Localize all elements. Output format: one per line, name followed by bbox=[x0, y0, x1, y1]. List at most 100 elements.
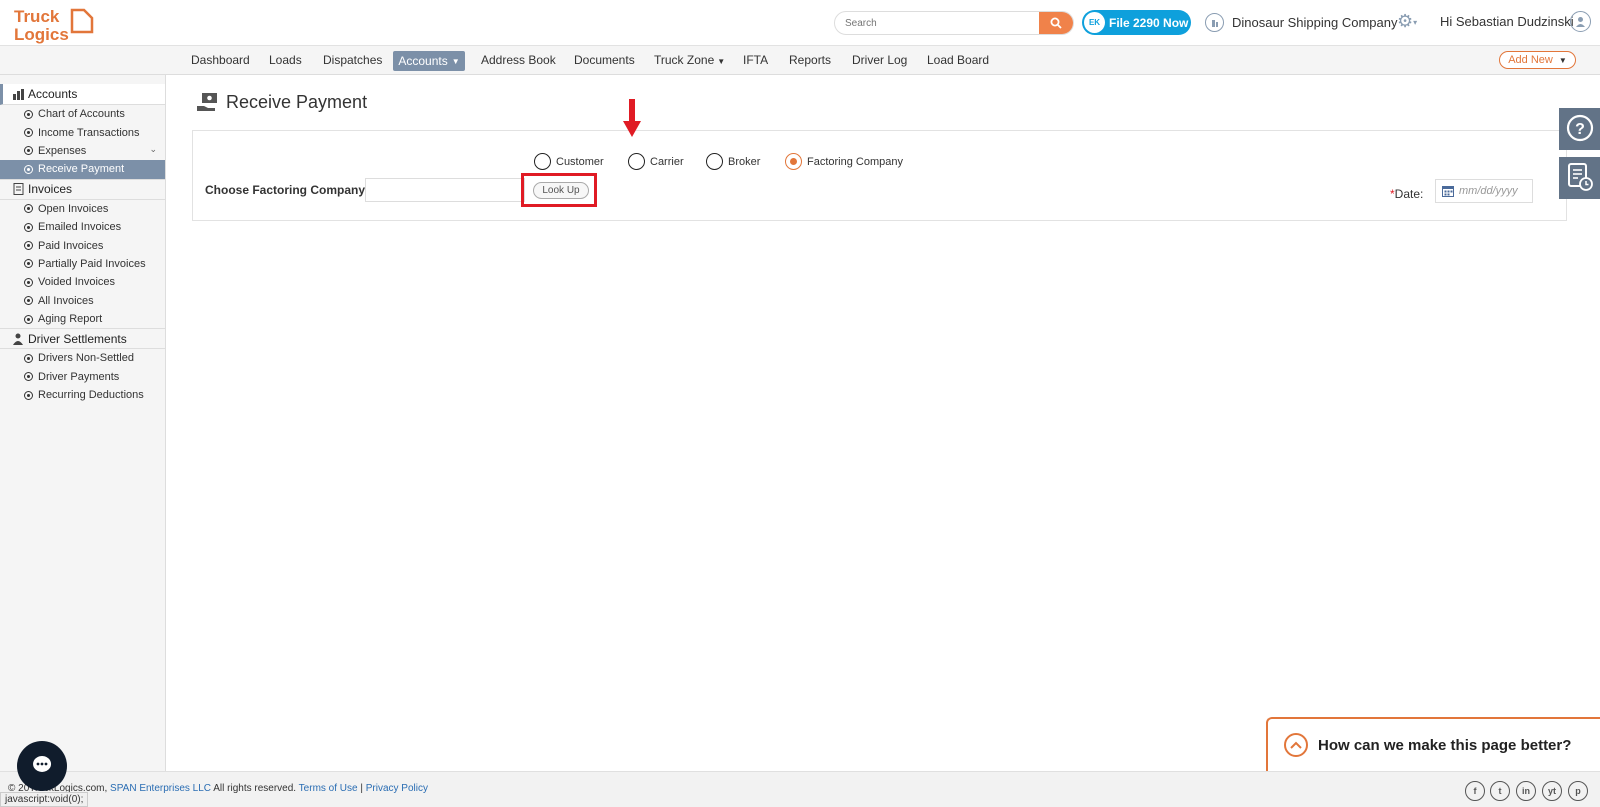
help-icon: ? bbox=[1566, 114, 1594, 145]
caret-down-icon: ▼ bbox=[717, 57, 726, 66]
nav-dispatches[interactable]: Dispatches bbox=[323, 53, 382, 67]
sidebar-item-open-invoices[interactable]: Open Invoices bbox=[0, 200, 165, 218]
sidebar-section-label: Accounts bbox=[28, 87, 78, 101]
facebook-icon[interactable]: f bbox=[1465, 781, 1485, 801]
linkedin-icon[interactable]: in bbox=[1516, 781, 1536, 801]
caret-down-icon: ▾ bbox=[1413, 17, 1418, 27]
file-2290-button[interactable]: EK File 2290 Now bbox=[1082, 10, 1191, 35]
nav-documents[interactable]: Documents bbox=[574, 53, 635, 67]
sidebar-item-receive-payment[interactable]: Receive Payment bbox=[0, 160, 165, 179]
logo-text-top: Truck bbox=[14, 7, 60, 26]
page-title-text: Receive Payment bbox=[226, 91, 368, 112]
settings-menu[interactable]: ⚙▾ bbox=[1397, 11, 1417, 32]
sidebar-item-expenses[interactable]: Expenses ⌄ bbox=[0, 142, 165, 160]
sidebar-item-label: Partially Paid Invoices bbox=[38, 257, 146, 270]
company-name: Dinosaur Shipping Company bbox=[1232, 15, 1398, 30]
caret-down-icon: ▼ bbox=[451, 56, 460, 66]
sidebar-item-recurring-deductions[interactable]: Recurring Deductions bbox=[0, 386, 165, 404]
sidebar-item-all-invoices[interactable]: All Invoices bbox=[0, 292, 165, 310]
bullet-icon bbox=[24, 128, 33, 138]
nav-accounts[interactable]: Accounts ▼ bbox=[393, 51, 465, 71]
sidebar-item-partially-paid-invoices[interactable]: Partially Paid Invoices bbox=[0, 255, 165, 273]
choose-factoring-company-label: Choose Factoring Company: bbox=[205, 183, 370, 197]
history-tab[interactable] bbox=[1559, 157, 1600, 199]
sidebar-section-driver-settlements[interactable]: Driver Settlements bbox=[0, 328, 165, 350]
logo-text-bottom: Logics bbox=[14, 25, 69, 44]
nav-driver-log[interactable]: Driver Log bbox=[852, 53, 907, 67]
sidebar-item-label: Open Invoices bbox=[38, 202, 109, 215]
radio-button-selected-icon bbox=[785, 153, 802, 170]
file-2290-label: File 2290 Now bbox=[1109, 15, 1189, 30]
sidebar-item-label: Income Transactions bbox=[38, 126, 140, 139]
svg-text:?: ? bbox=[1575, 121, 1585, 138]
sidebar-item-driver-payments[interactable]: Driver Payments bbox=[0, 368, 165, 386]
browser-status-url: javascript:void(0); bbox=[0, 792, 89, 807]
nav-reports[interactable]: Reports bbox=[789, 53, 831, 67]
bullet-icon bbox=[24, 109, 33, 119]
trucklogics-logo[interactable]: Truck Logics bbox=[12, 4, 96, 44]
chat-widget-button[interactable] bbox=[17, 741, 67, 791]
span-enterprises-link[interactable]: SPAN Enterprises LLC bbox=[110, 783, 211, 794]
search-button[interactable] bbox=[1039, 12, 1073, 34]
sidebar-item-paid-invoices[interactable]: Paid Invoices bbox=[0, 236, 165, 254]
terms-of-use-link[interactable]: Terms of Use bbox=[299, 783, 358, 794]
radio-customer[interactable]: Customer bbox=[534, 153, 604, 170]
user-profile-icon[interactable] bbox=[1570, 11, 1591, 32]
add-new-label: Add New bbox=[1508, 54, 1553, 66]
page-title: Receive Payment bbox=[196, 90, 367, 114]
add-new-button[interactable]: Add New ▼ bbox=[1499, 51, 1576, 69]
feedback-widget[interactable]: How can we make this page better? bbox=[1266, 717, 1600, 771]
expresstrucktax-badge-icon: EK bbox=[1084, 12, 1105, 33]
bullet-icon bbox=[24, 259, 33, 269]
bullet-icon bbox=[24, 204, 33, 214]
bullet-icon bbox=[24, 222, 33, 232]
sidebar-section-accounts[interactable]: Accounts bbox=[0, 84, 165, 105]
radio-label: Broker bbox=[728, 155, 761, 168]
twitter-icon[interactable]: t bbox=[1490, 781, 1510, 801]
bullet-icon bbox=[24, 372, 33, 382]
bullet-icon bbox=[24, 353, 33, 363]
youtube-icon[interactable]: yt bbox=[1542, 781, 1562, 801]
main-nav: Dashboard Loads Dispatches Accounts ▼ Ad… bbox=[0, 46, 1600, 75]
radio-factoring-company[interactable]: Factoring Company bbox=[785, 153, 903, 170]
bullet-icon bbox=[24, 277, 33, 287]
nav-truck-zone-label: Truck Zone bbox=[654, 53, 715, 67]
nav-truck-zone[interactable]: Truck Zone ▼ bbox=[654, 53, 725, 67]
search-input[interactable] bbox=[835, 12, 1035, 34]
radio-broker[interactable]: Broker bbox=[706, 153, 760, 170]
lookup-button[interactable]: Look Up bbox=[533, 182, 589, 199]
sidebar-item-emailed-invoices[interactable]: Emailed Invoices bbox=[0, 218, 165, 236]
gear-icon: ⚙ bbox=[1397, 11, 1414, 31]
copyright-suffix: All rights reserved. bbox=[213, 783, 297, 794]
sidebar-section-invoices[interactable]: Invoices bbox=[0, 178, 165, 200]
sidebar-item-drivers-non-settled[interactable]: Drivers Non-Settled bbox=[0, 349, 165, 367]
bullet-icon bbox=[24, 390, 33, 400]
search-box bbox=[834, 11, 1074, 35]
caret-down-icon: ▼ bbox=[1558, 55, 1567, 65]
lookup-highlight-box: Look Up bbox=[521, 173, 597, 207]
radio-label: Customer bbox=[556, 155, 604, 168]
nav-ifta[interactable]: IFTA bbox=[743, 53, 768, 67]
pinterest-icon[interactable]: p bbox=[1568, 781, 1588, 801]
footer: © 20TruckLogics.com, SPAN Enterprises LL… bbox=[0, 771, 1600, 807]
sidebar-item-voided-invoices[interactable]: Voided Invoices bbox=[0, 273, 165, 291]
nav-dashboard[interactable]: Dashboard bbox=[191, 53, 250, 67]
bullet-icon bbox=[24, 146, 33, 156]
nav-loads[interactable]: Loads bbox=[269, 53, 302, 67]
date-input[interactable]: mm/dd/yyyy bbox=[1435, 179, 1533, 203]
sidebar-item-label: All Invoices bbox=[38, 294, 94, 307]
radio-carrier[interactable]: Carrier bbox=[628, 153, 684, 170]
nav-address-book[interactable]: Address Book bbox=[481, 53, 556, 67]
calendar-icon[interactable] bbox=[1442, 185, 1454, 197]
sidebar-item-aging-report[interactable]: Aging Report bbox=[0, 310, 165, 328]
annotation-arrow-icon bbox=[623, 99, 641, 139]
nav-load-board[interactable]: Load Board bbox=[927, 53, 989, 67]
sidebar-item-chart-of-accounts[interactable]: Chart of Accounts bbox=[0, 105, 165, 123]
factoring-company-input[interactable] bbox=[365, 178, 525, 202]
privacy-policy-link[interactable]: Privacy Policy bbox=[366, 783, 428, 794]
invoice-icon bbox=[12, 183, 26, 196]
company-selector[interactable]: Dinosaur Shipping Company bbox=[1205, 13, 1397, 32]
driver-icon bbox=[12, 333, 26, 345]
sidebar-item-income-transactions[interactable]: Income Transactions bbox=[0, 123, 165, 141]
help-tab[interactable]: ? bbox=[1559, 108, 1600, 150]
